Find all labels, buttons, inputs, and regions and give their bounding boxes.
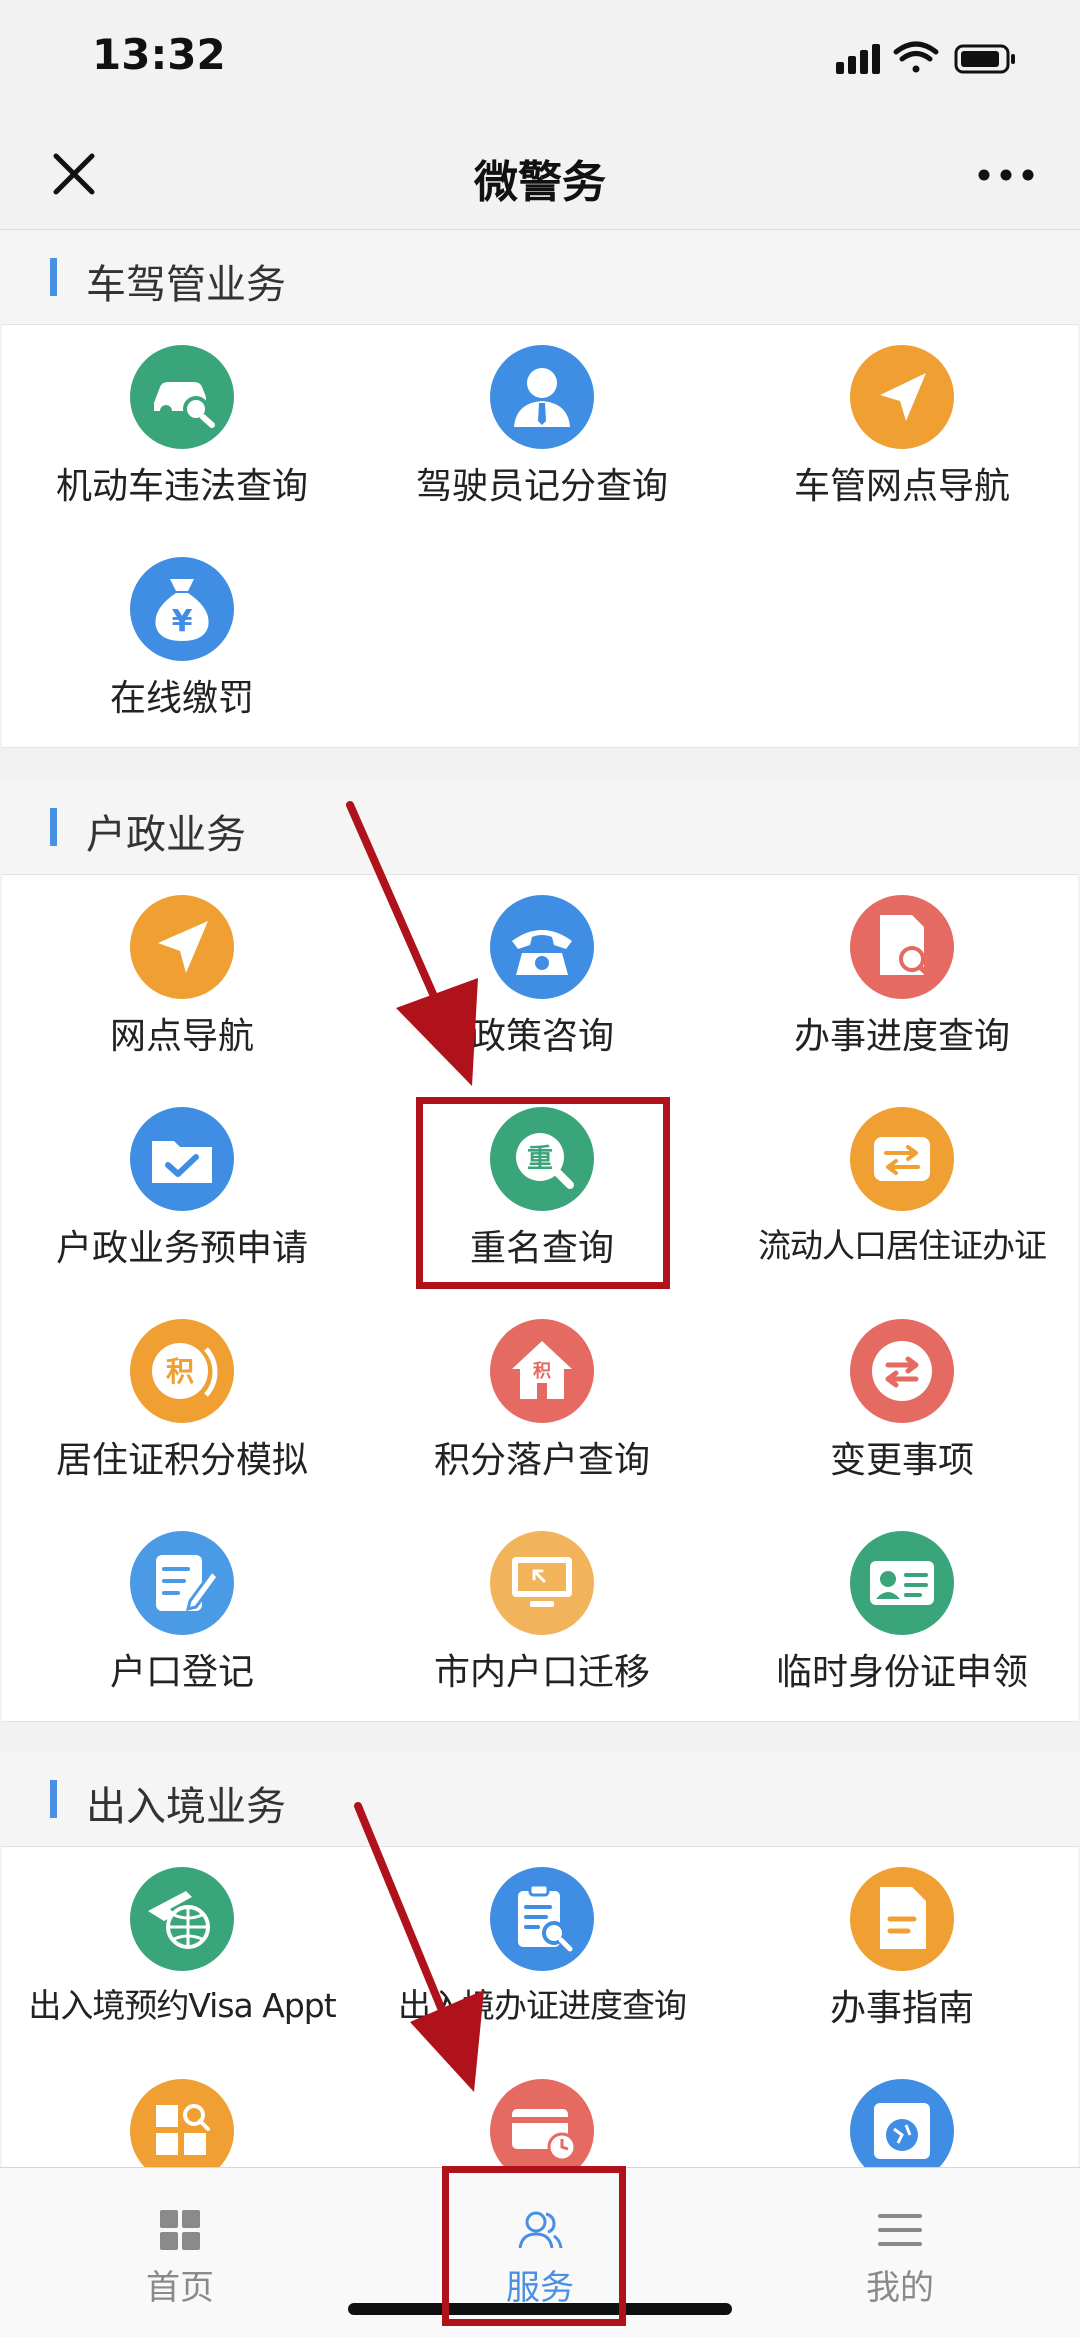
edit-form-icon	[130, 1531, 234, 1635]
grid-search-icon	[130, 2079, 234, 2167]
tab-label: 首页	[146, 2268, 214, 2308]
service-label: 户政业务预申请	[55, 1228, 308, 1269]
money-bag-icon: ¥	[130, 557, 234, 661]
clipboard-search-icon	[490, 1867, 594, 1971]
section-title: 户政业务	[86, 812, 246, 858]
service-label: 驾驶员记分查询	[415, 466, 668, 507]
service-residence-permit[interactable]: 流动人口居住证办证	[722, 1087, 1080, 1299]
tab-home[interactable]: 首页	[0, 2168, 360, 2337]
service-label: 流动人口居住证办证	[758, 1226, 1047, 1265]
guide-document-icon	[850, 1867, 954, 1971]
service-grid: 机动车违法查询 驾驶员记分查询 车管网点导航 ¥ 在线缴罚	[2, 324, 1078, 748]
house-points-icon: 积	[490, 1319, 594, 1423]
icon-glyph: 积	[533, 1361, 551, 1382]
wifi-icon	[893, 41, 939, 73]
nav-bar: 微警务	[0, 120, 1080, 230]
status-bar: 13:32	[0, 0, 1080, 120]
svg-text:¥: ¥	[172, 604, 193, 639]
car-search-icon	[130, 345, 234, 449]
service-visa-appointment[interactable]: 出入境预约Visa Appt	[2, 1847, 362, 2059]
service-label: 临时身份证申领	[775, 1652, 1028, 1693]
service-label: 市内户口迁移	[433, 1652, 650, 1693]
service-points-simulation[interactable]: 积 居住证积分模拟	[2, 1299, 362, 1511]
service-household-pre-application[interactable]: 户政业务预申请	[2, 1087, 362, 1299]
service-label: 网点导航	[109, 1016, 254, 1057]
page-title: 微警务	[474, 157, 606, 208]
service-progress-query[interactable]: 办事进度查询	[722, 875, 1080, 1087]
service-change-items[interactable]: 变更事项	[722, 1299, 1080, 1511]
service-label: 车管网点导航	[793, 466, 1010, 507]
telephone-icon	[490, 895, 594, 999]
grid-home-icon	[156, 2206, 204, 2254]
highlight-box-duplicate-name	[416, 1097, 670, 1289]
service-card-clock[interactable]	[362, 2059, 722, 2167]
service-driver-points[interactable]: 驾驶员记分查询	[362, 325, 722, 537]
icon-glyph: 积	[166, 1355, 194, 1388]
service-label: 出入境预约Visa Appt	[28, 1986, 336, 2025]
battery-icon	[954, 44, 1015, 74]
service-guide[interactable]: 办事指南	[722, 1847, 1080, 2059]
section-accent-bar	[50, 258, 57, 296]
service-label: 机动车违法查询	[55, 466, 308, 507]
service-label: 变更事项	[829, 1440, 974, 1481]
section-title: 出入境业务	[86, 1784, 286, 1830]
service-label: 居住证积分模拟	[55, 1440, 308, 1481]
service-label: 户口登记	[109, 1652, 254, 1693]
service-office-navigation[interactable]: 网点导航	[2, 875, 362, 1087]
service-globe-window[interactable]	[722, 2059, 1080, 2167]
document-search-icon	[850, 895, 954, 999]
exchange-icon	[850, 1107, 954, 1211]
signal-icon	[836, 44, 880, 74]
service-label: 积分落户查询	[433, 1440, 650, 1481]
status-icons	[830, 38, 1030, 78]
service-permit-progress-query[interactable]: 出入境办证进度查询	[362, 1847, 722, 2059]
points-icon: 积	[130, 1319, 234, 1423]
navigation-icon	[850, 345, 954, 449]
plane-globe-icon	[130, 1867, 234, 1971]
section-header: 户政业务	[0, 780, 1080, 874]
service-grid: 网点导航 政策咨询 办事进度查询 户政业务预申请 重 重名查询 流动人口居住证办…	[2, 874, 1078, 1722]
service-vehicle-office-navigation[interactable]: 车管网点导航	[722, 325, 1080, 537]
section-accent-bar	[50, 808, 57, 846]
section-vehicle-services: 车驾管业务 机动车违法查询 驾驶员记分查询 车管网点导航 ¥ 在线缴罚	[0, 230, 1080, 748]
service-label: 办事指南	[829, 1988, 974, 2029]
service-policy-consultation[interactable]: 政策咨询	[362, 875, 722, 1087]
section-header: 出入境业务	[0, 1752, 1080, 1846]
service-label: 出入境办证进度查询	[398, 1986, 687, 2025]
card-clock-icon	[490, 2079, 594, 2167]
folder-check-icon	[130, 1107, 234, 1211]
service-label: 在线缴罚	[109, 678, 254, 719]
service-household-registration[interactable]: 户口登记	[2, 1511, 362, 1723]
navigation-icon	[130, 895, 234, 999]
service-points-settlement-query[interactable]: 积 积分落户查询	[362, 1299, 722, 1511]
service-label: 办事进度查询	[793, 1016, 1010, 1057]
service-grid: 出入境预约Visa Appt 出入境办证进度查询 办事指南	[2, 1846, 1078, 2167]
section-immigration-services: 出入境业务 出入境预约Visa Appt 出入境办证进度查询 办事指南	[0, 1752, 1080, 2167]
service-household-migration[interactable]: 市内户口迁移	[362, 1511, 722, 1723]
service-grid-search[interactable]	[2, 2059, 362, 2167]
menu-lines-icon	[876, 2206, 924, 2254]
service-label: 政策咨询	[469, 1016, 614, 1057]
service-online-fine-payment[interactable]: ¥ 在线缴罚	[2, 537, 362, 749]
section-title: 车驾管业务	[86, 262, 286, 308]
more-icon[interactable]	[976, 160, 1036, 190]
section-accent-bar	[50, 1780, 57, 1818]
service-temporary-id[interactable]: 临时身份证申领	[722, 1511, 1080, 1723]
globe-window-icon	[850, 2079, 954, 2167]
driver-icon	[490, 345, 594, 449]
service-vehicle-violation[interactable]: 机动车违法查询	[2, 325, 362, 537]
tab-mine[interactable]: 我的	[720, 2168, 1080, 2337]
section-header: 车驾管业务	[0, 230, 1080, 324]
monitor-icon	[490, 1531, 594, 1635]
status-time: 13:32	[92, 30, 226, 79]
tab-label: 我的	[866, 2268, 934, 2308]
swap-icon	[850, 1319, 954, 1423]
highlight-box-services-tab	[442, 2166, 626, 2326]
id-card-icon	[850, 1531, 954, 1635]
